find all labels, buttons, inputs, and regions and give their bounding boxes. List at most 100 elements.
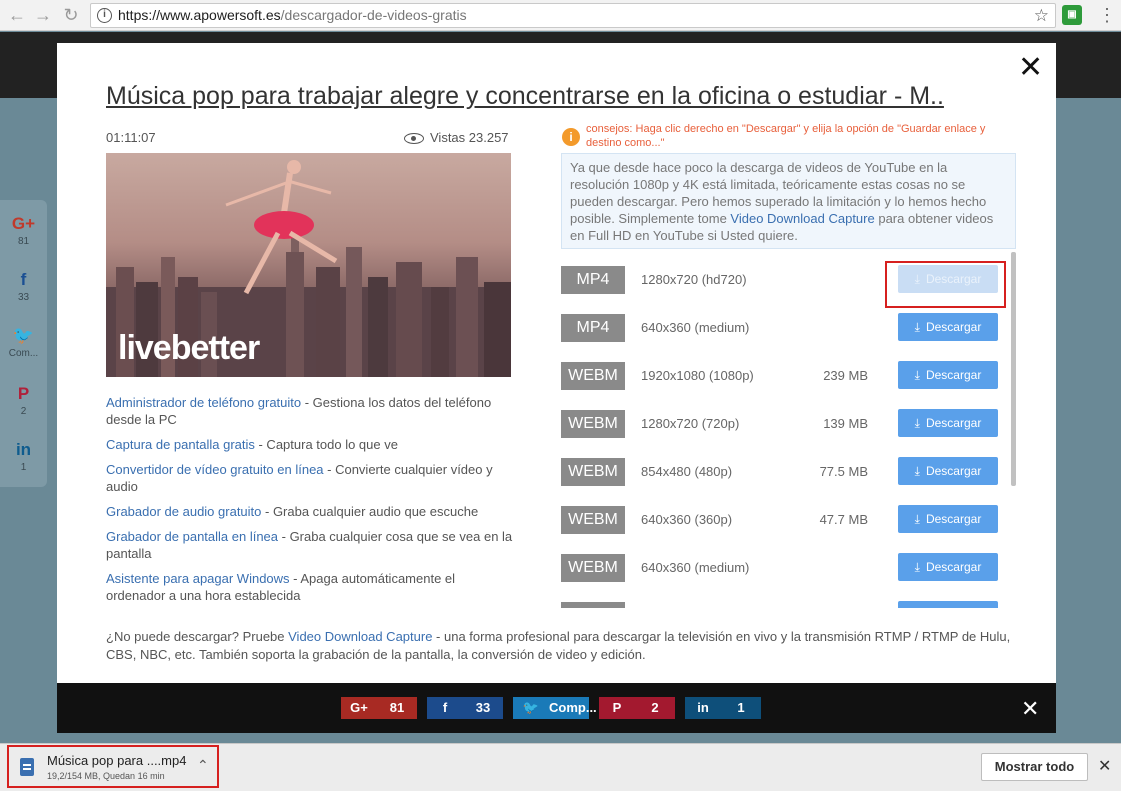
format-row: WEBM 1920x1080 (1080p) 239 MB ⤓ Descargar: [561, 356, 1011, 396]
list-item: Grabador de audio gratuito - Graba cualq…: [106, 503, 516, 520]
side-share-bar: G+ 81 f 33 🐦 Com... P 2 in 1: [0, 200, 47, 487]
download-icon: ⤓: [914, 320, 920, 334]
share-bar-close-icon[interactable]: ✕: [1021, 698, 1039, 720]
resolution-label: 854x480 (480p): [641, 464, 733, 479]
show-all-button[interactable]: Mostrar todo: [981, 753, 1088, 781]
share-button[interactable]: f 33: [427, 697, 503, 719]
side-share-item[interactable]: 🐦 Com...: [0, 326, 47, 359]
download-button[interactable]: ⤓Descargar: [898, 409, 998, 437]
share-button[interactable]: P2: [599, 697, 675, 719]
video-thumbnail[interactable]: livebetter: [106, 153, 511, 377]
list-item: Administrador de teléfono gratuito - Ges…: [106, 394, 516, 428]
site-info-icon[interactable]: i: [97, 8, 112, 23]
list-item: Convertidor de vídeo gratuito en línea -…: [106, 461, 516, 495]
social-icon: 🐦: [12, 326, 35, 345]
close-icon[interactable]: ✕: [1018, 53, 1043, 83]
download-bar-close-icon[interactable]: ✕: [1098, 756, 1111, 776]
download-item[interactable]: Música pop para ....mp4 19,2/154 MB, Que…: [7, 745, 219, 788]
resolution-label: 640x360 (medium): [641, 560, 750, 575]
share-count: 81: [389, 700, 405, 715]
format-badge: WEBM: [561, 506, 625, 534]
download-button[interactable]: ⤓Descargar: [898, 361, 998, 389]
extension-icon[interactable]: ▣: [1062, 5, 1082, 25]
bottom-note-link[interactable]: Video Download Capture: [288, 629, 432, 644]
thumbnail-brand-text: livebetter: [118, 329, 260, 367]
related-link[interactable]: Asistente para apagar Windows: [106, 571, 290, 586]
share-count: 2: [20, 406, 27, 417]
social-icon: P: [17, 384, 30, 403]
download-icon: ⤓: [914, 368, 920, 382]
share-count: 1: [737, 700, 745, 715]
download-button[interactable]: ⤓ Descargar: [898, 505, 998, 533]
forward-icon[interactable]: →: [32, 4, 54, 26]
url-text: https://www.apowersoft.es/descargador-de…: [118, 7, 467, 23]
social-icon: in: [697, 700, 709, 715]
scrollbar[interactable]: [1011, 252, 1016, 486]
resolution-label: 640x360 (medium): [641, 320, 750, 335]
list-item: Grabador de pantalla en línea - Graba cu…: [106, 528, 516, 562]
file-size: 47.7 MB: [819, 512, 868, 527]
download-icon: ⤓: [914, 512, 920, 526]
browser-menu-icon[interactable]: ⋮: [1098, 4, 1116, 26]
notice-link[interactable]: Video Download Capture: [730, 211, 874, 226]
format-badge: WEBM: [561, 458, 625, 486]
resolution-label: 1920x1080 (1080p): [641, 368, 754, 383]
download-icon: ⤓: [914, 416, 920, 430]
back-icon[interactable]: ←: [6, 4, 28, 26]
info-icon: i: [562, 128, 580, 146]
social-icon: 🐦: [522, 700, 540, 715]
video-views: Vistas 23.257: [404, 130, 509, 145]
format-row: WEBM 640x360 (medium) ⤓ Descargar: [561, 548, 1011, 588]
eye-icon: [404, 133, 424, 145]
video-title[interactable]: Música pop para trabajar alegre y concen…: [106, 82, 1018, 111]
social-icon: P: [612, 700, 622, 715]
social-icon: in: [15, 440, 32, 459]
share-button[interactable]: 🐦 Comp...: [513, 697, 597, 719]
share-count: 81: [17, 236, 30, 247]
download-progress: 19,2/154 MB, Quedan 16 min: [47, 771, 165, 781]
side-share-item[interactable]: G+ 81: [0, 214, 47, 247]
side-share-item[interactable]: in 1: [0, 440, 47, 473]
address-bar[interactable]: i https://www.apowersoft.es/descargador-…: [90, 3, 1056, 28]
format-row: WEBM 1280x720 (720p) 139 MB ⤓ Descargar: [561, 404, 1011, 444]
related-link-desc: - Graba cualquier audio que escuche: [261, 504, 479, 519]
download-button-label: Descargar: [925, 560, 982, 574]
bottom-note: ¿No puede descargar? Pruebe Video Downlo…: [106, 629, 1011, 662]
download-button[interactable]: ⤓Descargar: [898, 457, 998, 485]
related-link[interactable]: Convertidor de vídeo gratuito en línea: [106, 462, 324, 477]
share-count: Comp...: [549, 700, 597, 715]
side-share-item[interactable]: f 33: [0, 270, 47, 303]
share-button[interactable]: in 1: [685, 697, 761, 719]
share-count: 33: [475, 700, 491, 715]
download-button[interactable]: ⤓Descargar: [898, 601, 998, 608]
related-link[interactable]: Grabador de pantalla en línea: [106, 529, 278, 544]
share-count: 33: [17, 292, 30, 303]
format-badge: MP4: [561, 314, 625, 342]
related-link-desc: - Captura todo lo que ve: [254, 437, 398, 452]
format-list: MP4 1280x720 (hd720) ⤓ Descargar MP4 640x360 …: [561, 260, 1016, 608]
bookmark-star-icon[interactable]: ☆: [1034, 4, 1049, 27]
chevron-up-icon[interactable]: ⌃: [197, 757, 209, 774]
share-count: Com...: [8, 348, 39, 359]
download-button-label: Descargar: [925, 512, 982, 526]
ballerina-figure: [225, 160, 338, 295]
format-badge: MP4: [561, 266, 625, 294]
file-size: 239 MB: [823, 368, 868, 383]
format-badge: [561, 602, 625, 608]
download-icon: ⤓: [914, 464, 920, 478]
download-button[interactable]: ⤓Descargar: [898, 313, 998, 341]
side-share-item[interactable]: P2: [0, 384, 47, 417]
related-link[interactable]: Captura de pantalla gratis: [106, 437, 255, 452]
related-link[interactable]: Administrador de teléfono gratuito: [106, 395, 301, 410]
resolution-label: 1280x720 (720p): [641, 416, 740, 431]
social-icon: G+: [11, 214, 36, 233]
format-row: MP4 640x360 (medium) ⤓ Descargar: [561, 308, 1011, 348]
download-button[interactable]: ⤓ Descargar: [898, 553, 998, 581]
related-link[interactable]: Grabador de audio gratuito: [106, 504, 261, 519]
format-badge: WEBM: [561, 554, 625, 582]
social-icon: f: [442, 700, 448, 715]
share-button[interactable]: G+ 81: [341, 697, 417, 719]
download-icon: ⤓: [914, 560, 920, 574]
resolution-label: 640x360 (360p): [641, 512, 733, 527]
reload-icon[interactable]: ↻: [60, 4, 82, 26]
